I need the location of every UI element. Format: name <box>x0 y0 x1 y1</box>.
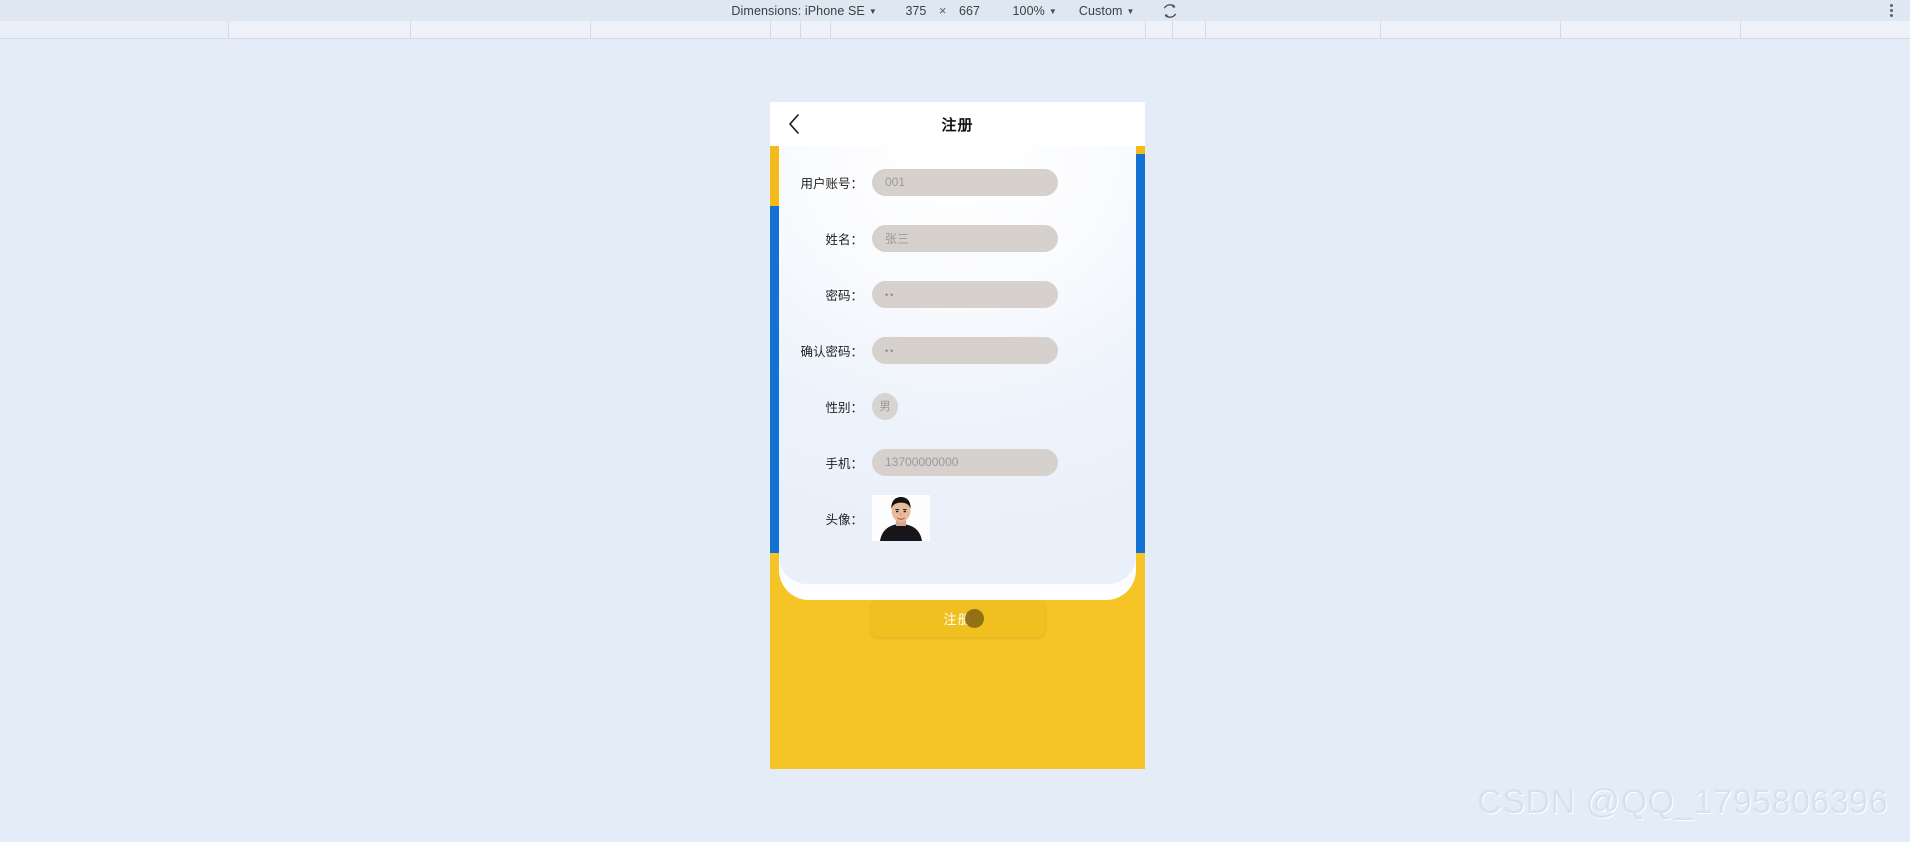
field-label-password: 密码： <box>825 288 863 303</box>
back-chevron-icon[interactable] <box>780 110 808 138</box>
device-frame: 注册 用户账号： 001 姓名： 张三 密码： •• 确认密码： •• 性别： … <box>770 102 1145 769</box>
dimensions-label: Dimensions: iPhone SE <box>731 3 865 18</box>
ruler-tick <box>1145 21 1146 38</box>
ruler-tick <box>228 21 229 38</box>
height-input[interactable]: 667 <box>956 4 982 18</box>
avatar[interactable] <box>872 495 930 541</box>
ruler-tick <box>1205 21 1206 38</box>
register-button[interactable]: 注册 <box>870 600 1045 637</box>
phone-input[interactable]: 13700000000 <box>872 448 1058 476</box>
ruler-tick <box>770 21 771 38</box>
rotate-icon[interactable] <box>1161 2 1179 20</box>
field-row-avatar: 头像： <box>779 490 1136 546</box>
confirm-password-input[interactable]: •• <box>872 336 1058 364</box>
app-header: 注册 <box>770 102 1145 146</box>
ruler-tick <box>590 21 591 38</box>
times-symbol: × <box>938 3 947 18</box>
throttling-dropdown[interactable]: Custom ▼ <box>1079 4 1135 18</box>
chevron-down-icon: ▼ <box>868 6 877 16</box>
device-toolbar-controls: Dimensions: iPhone SE ▼ 375 × 667 100% ▼… <box>731 2 1178 20</box>
viewport-ruler <box>0 21 1910 39</box>
account-input[interactable]: 001 <box>872 168 1058 196</box>
field-row-phone: 手机： 13700000000 <box>779 434 1136 490</box>
ruler-tick <box>1172 21 1173 38</box>
chevron-down-icon: ▼ <box>1048 6 1057 16</box>
more-vertical-icon[interactable] <box>1882 0 1900 21</box>
field-row-confirm-password: 确认密码： •• <box>779 322 1136 378</box>
kebab-dot <box>1889 14 1893 17</box>
name-input[interactable]: 张三 <box>872 224 1058 252</box>
field-label-confirm-password: 确认密码： <box>800 344 863 359</box>
top-right-yellow-accent <box>1136 146 1145 154</box>
ruler-tick <box>800 21 801 38</box>
field-row-gender: 性别： 男 <box>779 378 1136 434</box>
field-label-avatar: 头像： <box>825 512 863 527</box>
zoom-dropdown[interactable]: 100% ▼ <box>1012 4 1056 18</box>
field-row-account: 用户账号： 001 <box>779 154 1136 210</box>
ruler-tick <box>1740 21 1741 38</box>
kebab-dot <box>1889 9 1893 12</box>
ruler-left-pad <box>0 21 228 38</box>
zoom-label: 100% <box>1012 3 1045 18</box>
throttling-label: Custom <box>1078 3 1123 18</box>
top-left-yellow-accent <box>770 146 779 206</box>
registration-form: 用户账号： 001 姓名： 张三 密码： •• 确认密码： •• 性别： 男 手… <box>779 146 1136 584</box>
ruler-tick <box>830 21 831 38</box>
gender-selector[interactable]: 男 <box>872 392 898 420</box>
device-toolbar: Dimensions: iPhone SE ▼ 375 × 667 100% ▼… <box>0 0 1910 21</box>
ruler-tick <box>410 21 411 38</box>
width-input[interactable]: 375 <box>903 4 929 18</box>
field-label-gender: 性别： <box>825 400 863 415</box>
ruler-tick <box>1560 21 1561 38</box>
watermark: CSDN @QQ_1795806396 <box>1477 783 1888 821</box>
field-row-name: 姓名： 张三 <box>779 210 1136 266</box>
field-label-name: 姓名： <box>825 232 863 247</box>
kebab-dot <box>1889 4 1893 7</box>
viewport-canvas: 注册 用户账号： 001 姓名： 张三 密码： •• 确认密码： •• 性别： … <box>0 39 1910 842</box>
field-label-phone: 手机： <box>825 456 863 471</box>
field-label-account: 用户账号： <box>800 176 863 191</box>
password-input[interactable]: •• <box>872 280 1058 308</box>
cursor-indicator <box>964 609 984 628</box>
chevron-down-icon: ▼ <box>1126 6 1135 16</box>
left-blue-rail <box>770 203 779 553</box>
field-row-password: 密码： •• <box>779 266 1136 322</box>
dimensions-dropdown[interactable]: Dimensions: iPhone SE ▼ <box>731 4 876 18</box>
submit-area: 注册 <box>770 600 1145 637</box>
ruler-tick <box>1380 21 1381 38</box>
right-blue-rail <box>1136 146 1145 553</box>
page-title: 注册 <box>941 116 974 134</box>
